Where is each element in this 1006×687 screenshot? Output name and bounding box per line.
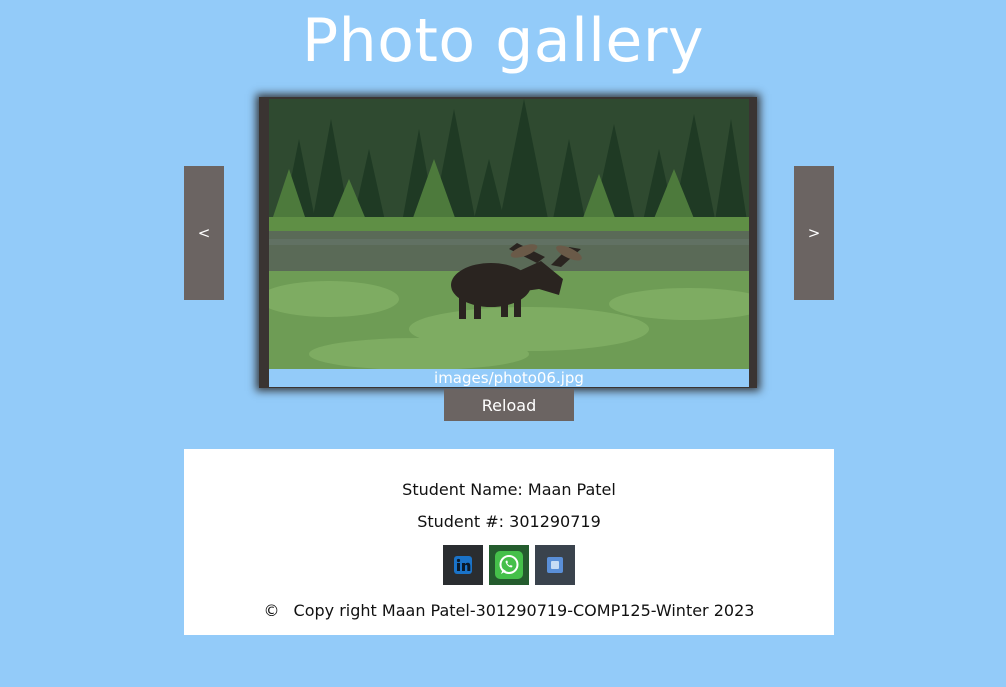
whatsapp-icon[interactable] [489,545,529,585]
linkedin-icon[interactable] [443,545,483,585]
social-links [184,545,834,585]
photo-frame: images/photo06.jpg [259,97,757,388]
footer-card: Student Name: Maan Patel Student #: 3012… [184,449,834,635]
student-name: Student Name: Maan Patel [402,480,616,499]
page-title: Photo gallery [301,6,704,76]
next-photo-button[interactable]: > [794,166,834,300]
photo-caption: images/photo06.jpg [269,369,749,387]
copyright-text: Copy right Maan Patel-301290719-COMP125-… [293,601,755,620]
reload-button[interactable]: Reload [444,389,574,421]
gallery-photo [269,99,749,369]
student-number: Student #: 301290719 [417,512,601,531]
messenger-icon[interactable] [535,545,575,585]
copyright-line: © Copy right Maan Patel-301290719-COMP125… [184,601,834,620]
previous-photo-button[interactable]: < [184,166,224,300]
copyright-symbol: © [263,601,280,620]
